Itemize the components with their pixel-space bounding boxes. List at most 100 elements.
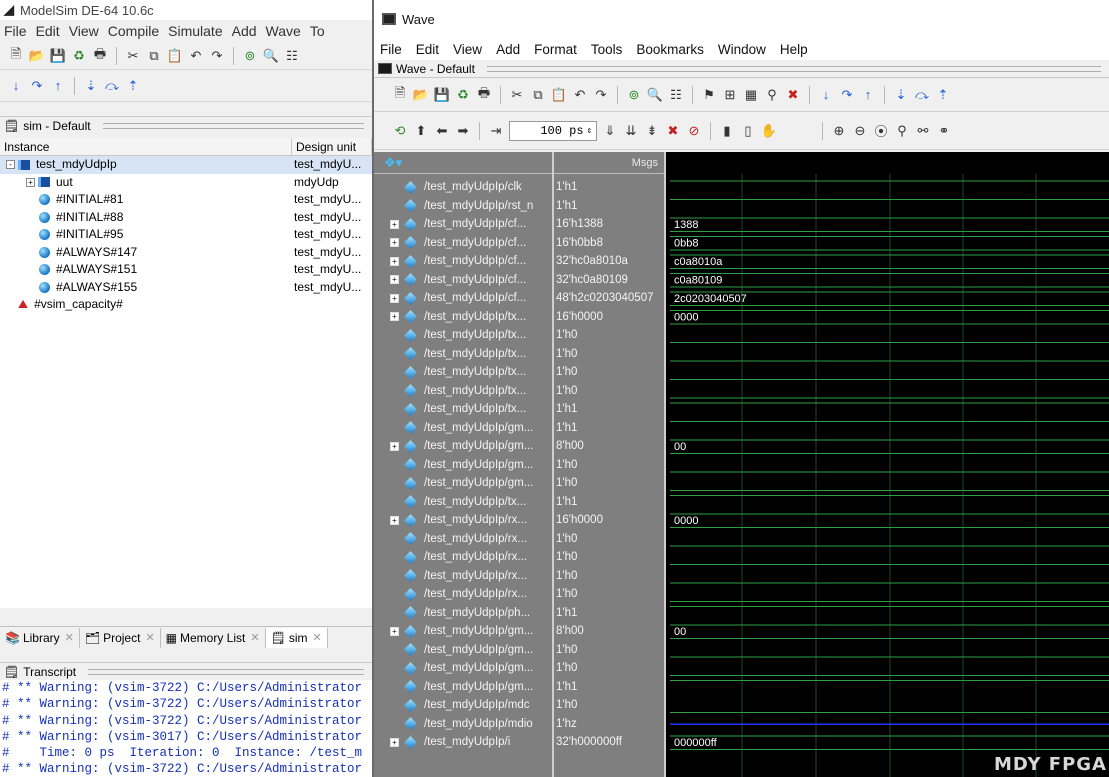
step-over-icon[interactable]: ↷ — [29, 78, 45, 94]
instance-row[interactable]: + uut mdyUdp — [0, 174, 372, 192]
menu-view[interactable]: View — [453, 42, 482, 57]
signal-row[interactable]: /test_mdyUdpIp/rx... — [374, 530, 527, 549]
menu-edit[interactable]: Edit — [36, 23, 60, 39]
spin-icon[interactable]: ⇕ — [587, 126, 592, 136]
probe-icon[interactable]: ⚲ — [764, 87, 780, 103]
pane-grip[interactable] — [88, 668, 364, 675]
signal-row[interactable]: /test_mdyUdpIp/tx... — [374, 363, 526, 382]
signal-row[interactable]: /test_mdyUdpIp/clk — [374, 178, 522, 197]
collapse-icon[interactable]: - — [6, 160, 15, 170]
undo-icon[interactable]: ↶ — [188, 48, 204, 64]
expand-icon[interactable]: + — [390, 219, 399, 229]
expand-icon[interactable]: + — [390, 312, 399, 322]
continue-dropdown-icon[interactable]: ⤼ — [104, 78, 120, 94]
signal-row[interactable]: /test_mdyUdpIp/mdc — [374, 696, 529, 715]
expand-icon[interactable]: + — [390, 737, 399, 747]
menu-compile[interactable]: Compile — [108, 23, 159, 39]
signal-row[interactable]: /test_mdyUdpIp/rx... — [374, 548, 527, 567]
zoom-out-icon[interactable]: ⊖ — [852, 123, 868, 139]
copy-icon[interactable]: ⧉ — [530, 87, 546, 103]
zoom-in-icon[interactable]: ⊕ — [831, 123, 847, 139]
signal-row[interactable]: /test_mdyUdpIp/mdio — [374, 715, 533, 734]
restart-icon[interactable]: ⟲ — [392, 123, 408, 139]
step-out-icon[interactable]: ↑ — [860, 87, 876, 103]
signal-row[interactable]: /test_mdyUdpIp/ph... — [374, 604, 530, 623]
instance-row[interactable]: #ALWAYS#155 test_mdyU... — [0, 279, 372, 297]
menu-file[interactable]: File — [4, 23, 27, 39]
expand-icon[interactable]: + — [390, 275, 399, 285]
zoom-range-icon[interactable]: ⚯ — [915, 123, 931, 139]
signal-value-pane[interactable]: Msgs 1'h1 1'h1 16'h1388 16'h0bb8 32'hc0a8010… — [552, 152, 664, 777]
signal-row[interactable]: /test_mdyUdpIp/tx... — [374, 382, 526, 401]
reload-icon[interactable]: ♻ — [455, 87, 471, 103]
break-icon[interactable]: ✖ — [785, 87, 801, 103]
menu-file[interactable]: File — [380, 42, 402, 57]
up-arrow-icon[interactable]: ⬆ — [413, 123, 429, 139]
tab-memory-list[interactable]: ▦ Memory List ✕ — [161, 627, 266, 648]
run-all-icon[interactable]: ⇡ — [125, 78, 141, 94]
menu-add[interactable]: Add — [232, 23, 257, 39]
continue-dropdown-icon[interactable]: ⤼ — [914, 87, 930, 103]
undo-icon[interactable]: ↶ — [572, 87, 588, 103]
run-icon[interactable]: ⇓ — [602, 123, 618, 139]
left-arrow-icon[interactable]: ⬅ — [434, 123, 450, 139]
hand-icon[interactable]: ✋ — [761, 123, 777, 139]
menu-to[interactable]: To — [310, 23, 325, 39]
signal-row[interactable]: /test_mdyUdpIp/gm... — [374, 456, 533, 475]
menu-format[interactable]: Format — [534, 42, 577, 57]
instance-row[interactable]: #INITIAL#95 test_mdyU... — [0, 226, 372, 244]
step-out-icon[interactable]: ↑ — [50, 78, 66, 94]
run-length-icon[interactable]: ⇥ — [488, 123, 504, 139]
column-header-instance[interactable]: Instance — [0, 138, 292, 155]
save-icon[interactable]: 💾 — [434, 87, 450, 103]
pane-grip[interactable] — [102, 122, 364, 129]
transcript-pane[interactable]: # ** Warning: (vsim-3722) C:/Users/Admin… — [0, 680, 372, 777]
menu-window[interactable]: Window — [718, 42, 766, 57]
instance-row[interactable]: #ALWAYS#147 test_mdyU... — [0, 244, 372, 262]
stop-icon[interactable]: ⊘ — [686, 123, 702, 139]
layout-icon[interactable]: ☷ — [284, 48, 300, 64]
cursor-delete-icon[interactable]: ▯ — [740, 123, 756, 139]
expand-icon[interactable]: + — [390, 441, 399, 451]
signal-row[interactable]: /test_mdyUdpIp/tx... — [374, 400, 526, 419]
expand-icon[interactable]: + — [390, 515, 399, 525]
zoom-last-icon[interactable]: ⚭ — [936, 123, 952, 139]
instance-row[interactable]: #ALWAYS#151 test_mdyU... — [0, 261, 372, 279]
save-icon[interactable]: 💾 — [50, 48, 66, 64]
run-length-input[interactable]: 100 ps ⇕ — [509, 120, 597, 141]
find-icon[interactable]: 🔍 — [263, 48, 279, 64]
column-header-design-unit[interactable]: Design unit — [292, 138, 372, 155]
menu-add[interactable]: Add — [496, 42, 520, 57]
signal-row[interactable]: /test_mdyUdpIp/tx... — [374, 493, 526, 512]
signal-row[interactable]: /test_mdyUdpIp/gm... — [374, 641, 533, 660]
signal-row[interactable]: /test_mdyUdpIp/rst_n — [374, 197, 533, 216]
copy-icon[interactable]: ⧉ — [146, 48, 162, 64]
step-dropdown-icon[interactable]: ⇣ — [83, 78, 99, 94]
cut-icon[interactable]: ✂ — [509, 87, 525, 103]
redo-icon[interactable]: ↷ — [209, 48, 225, 64]
print-icon[interactable]: 🖶 — [476, 85, 492, 103]
menu-simulate[interactable]: Simulate — [168, 23, 222, 39]
expand-icon[interactable]: + — [390, 626, 399, 636]
tab-project[interactable]: 🗂 Project ✕ — [80, 627, 161, 648]
bookmark-icon[interactable]: ⚑ — [701, 87, 717, 103]
right-arrow-icon[interactable]: ➡ — [455, 123, 471, 139]
zoom-full-icon[interactable]: ⦿ — [873, 123, 889, 139]
menu-edit[interactable]: Edit — [416, 42, 439, 57]
paste-icon[interactable]: 📋 — [167, 48, 183, 64]
reload-icon[interactable]: ♻ — [71, 48, 87, 64]
signal-name-pane[interactable]: ❖▾ /test_mdyUdpIp/clk/test_mdyUdpIp/rst_… — [374, 152, 552, 777]
signal-row[interactable]: + /test_mdyUdpIp/tx... — [374, 308, 526, 327]
signal-row[interactable]: /test_mdyUdpIp/rx... — [374, 585, 527, 604]
waveform-canvas[interactable]: 13880bb8c0a8010ac0a801092c02030405070000… — [666, 152, 1109, 777]
new-file-icon[interactable]: 🗎 — [392, 85, 408, 103]
instance-row[interactable]: #INITIAL#81 test_mdyU... — [0, 191, 372, 209]
signal-row[interactable]: /test_mdyUdpIp/gm... — [374, 474, 533, 493]
instance-row[interactable]: #INITIAL#88 test_mdyU... — [0, 209, 372, 227]
signal-row[interactable]: + /test_mdyUdpIp/cf... — [374, 234, 526, 253]
menu-help[interactable]: Help — [780, 42, 808, 57]
step-into-icon[interactable]: ↓ — [8, 78, 24, 94]
break-run-icon[interactable]: ✖ — [665, 123, 681, 139]
step-dropdown-icon[interactable]: ⇣ — [893, 87, 909, 103]
signal-row[interactable]: /test_mdyUdpIp/gm... — [374, 419, 533, 438]
